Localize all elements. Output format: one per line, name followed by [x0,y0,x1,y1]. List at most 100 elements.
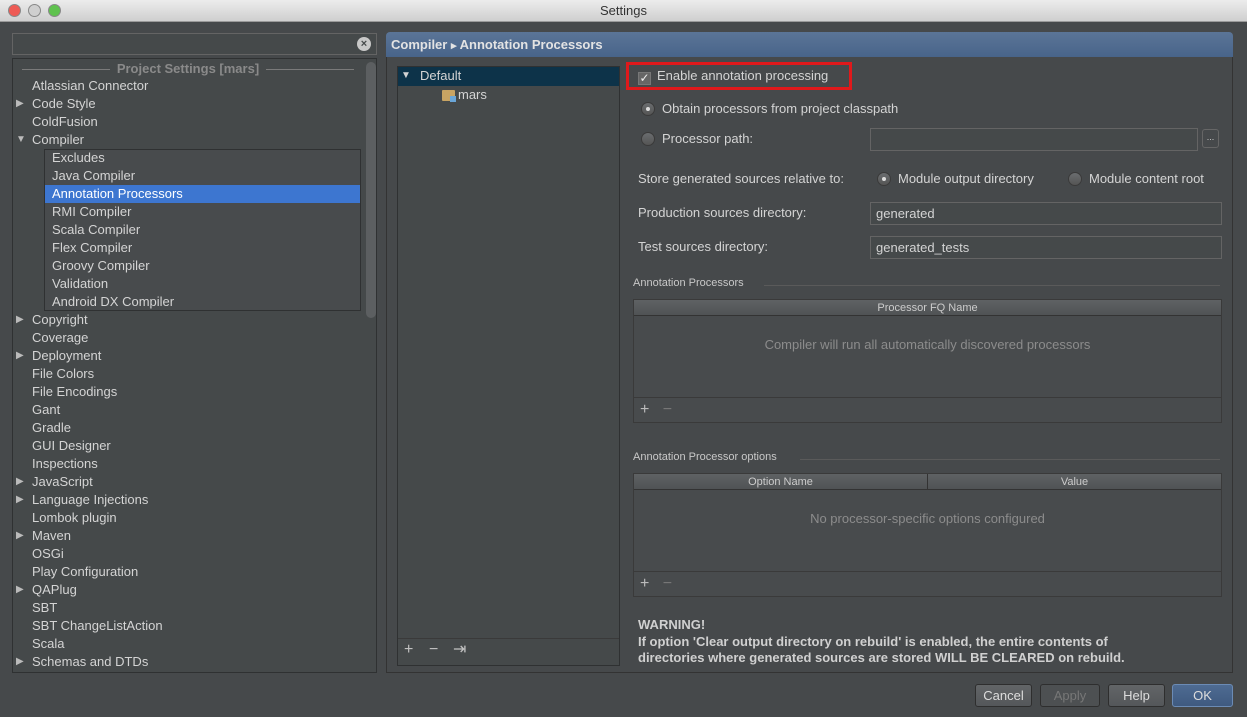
sidebar-item-label: Code Style [32,96,96,111]
project-settings-header: Project Settings [mars] [14,61,362,76]
sidebar-item[interactable]: ▶ JavaScript [16,473,93,491]
sidebar-item[interactable]: Flex Compiler [52,239,132,257]
add-processor-button[interactable]: + [640,401,649,418]
checkbox-checked-icon[interactable]: ✓ [638,72,651,85]
sidebar-item[interactable]: File Colors [32,365,94,383]
processor-path-input[interactable] [870,128,1198,151]
sidebar-item[interactable]: Excludes [52,149,105,167]
profiles-tree [397,66,620,666]
sidebar-item-label: Groovy Compiler [52,258,150,273]
apply-button[interactable]: Apply [1040,684,1100,707]
sidebar-item-label: Coverage [32,330,89,345]
sidebar-item-label: Atlassian Connector [32,78,149,93]
sidebar-item-label: Gant [32,402,61,417]
sidebar-item-label: Inspections [32,456,98,471]
sidebar-scrollbar[interactable] [366,62,376,318]
sidebar-item-label: Schemas and DTDs [32,654,149,669]
sidebar-item[interactable]: ▶ Maven [16,527,71,545]
module-output-directory-radio[interactable] [877,172,891,186]
module-mars[interactable]: mars [458,86,487,104]
breadcrumb-parent[interactable]: Compiler [391,37,447,52]
expand-arrow-icon[interactable]: ▼ [401,67,411,85]
clear-search-icon[interactable]: × [357,37,371,51]
sidebar-item-label: Gradle [32,420,72,435]
obtain-label: Obtain processors from project classpath [662,101,899,116]
sidebar-item[interactable]: SBT [32,599,57,617]
sidebar-item-label: Validation [52,276,109,291]
breadcrumb: Compiler ▸ Annotation Processors [386,32,1233,57]
sidebar-item[interactable]: GUI Designer [32,437,111,455]
sidebar-item[interactable]: ▶ Deployment [16,347,102,365]
expand-arrow-icon[interactable]: ▶ [16,653,24,671]
processor-fq-name-header[interactable]: Processor FQ Name [634,300,1221,316]
close-window-button[interactable] [8,4,21,17]
expand-arrow-icon[interactable]: ▶ [16,95,24,113]
help-button[interactable]: Help [1108,684,1165,707]
sidebar-item[interactable]: ColdFusion [32,113,98,131]
option-value-header[interactable]: Value [928,474,1221,490]
warning-line-2: directories where generated sources are … [638,650,1125,665]
module-content-root-radio[interactable] [1068,172,1082,186]
sidebar-item[interactable]: Java Compiler [52,167,135,185]
settings-search-input[interactable]: × [12,33,377,55]
sidebar-item[interactable]: Groovy Compiler [52,257,150,275]
remove-processor-button[interactable]: − [663,401,672,418]
sidebar-item[interactable]: Scala Compiler [52,221,140,239]
sidebar-item[interactable]: Validation [52,275,108,293]
sidebar-item-label: Deployment [32,348,102,363]
sidebar-item-label: Flex Compiler [52,240,133,255]
sidebar-item[interactable]: Play Configuration [32,563,138,581]
expand-arrow-icon[interactable]: ▶ [16,581,24,599]
sidebar-item[interactable]: Gant [32,401,60,419]
options-table[interactable]: Option Name Value No processor-specific … [633,473,1222,597]
option-name-header[interactable]: Option Name [634,474,928,490]
processor-path-radio[interactable] [641,132,655,146]
sidebar-item[interactable]: OSGi [32,545,64,563]
remove-option-button[interactable]: − [663,575,672,592]
expand-arrow-icon[interactable]: ▶ [16,311,24,329]
sidebar-item[interactable]: ▶ Code Style [16,95,96,113]
expand-arrow-icon[interactable]: ▶ [16,491,24,509]
sidebar-item[interactable]: Lombok plugin [32,509,117,527]
move-module-button[interactable]: ⇥ [453,641,466,659]
sidebar-item-label: Java Compiler [52,168,136,183]
sidebar-item[interactable]: ▶ Schemas and DTDs [16,653,149,671]
sidebar-item-label: Annotation Processors [52,186,183,201]
sidebar-item[interactable]: Coverage [32,329,88,347]
sidebar-item-label: Play Configuration [32,564,139,579]
remove-profile-button[interactable]: − [429,641,438,659]
sidebar-item[interactable]: SBT ChangeListAction [32,617,163,635]
expand-arrow-icon[interactable]: ▶ [16,527,24,545]
window-title: Settings [600,3,647,18]
sidebar-item[interactable]: Android DX Compiler [52,293,174,311]
sidebar-item[interactable]: Inspections [32,455,98,473]
obtain-from-classpath-radio[interactable] [641,102,655,116]
zoom-window-button[interactable] [48,4,61,17]
collapse-arrow-icon[interactable]: ▼ [16,131,26,149]
add-option-button[interactable]: + [640,575,649,592]
ok-button[interactable]: OK [1172,684,1233,707]
sidebar-item[interactable]: Scala [32,635,65,653]
sidebar-item[interactable]: ▶ QAPlug [16,581,77,599]
minimize-window-button[interactable] [28,4,41,17]
production-dir-input[interactable]: generated [870,202,1222,225]
processors-table[interactable]: Processor FQ Name Compiler will run all … [633,299,1222,423]
sidebar-item[interactable]: ▶ Copyright [16,311,88,329]
sidebar-item[interactable]: ▶ Language Injections [16,491,148,509]
sidebar-item[interactable]: Annotation Processors [52,185,183,203]
sidebar-item[interactable]: Atlassian Connector [32,77,148,95]
enable-annotation-processing-checkbox[interactable]: ✓ Enable annotation processing [638,67,828,85]
add-profile-button[interactable]: + [404,641,413,659]
enable-label: Enable annotation processing [657,68,829,83]
test-dir-input[interactable]: generated_tests [870,236,1222,259]
title-bar: Settings [0,0,1247,22]
expand-arrow-icon[interactable]: ▶ [16,473,24,491]
sidebar-item[interactable]: RMI Compiler [52,203,131,221]
cancel-button[interactable]: Cancel [975,684,1032,707]
browse-button[interactable]: ... [1202,129,1219,148]
sidebar-item[interactable]: Gradle [32,419,71,437]
sidebar-item[interactable]: ▼ Compiler [16,131,84,149]
sidebar-item[interactable]: File Encodings [32,383,117,401]
sidebar-item-label: OSGi [32,546,64,561]
expand-arrow-icon[interactable]: ▶ [16,347,24,365]
